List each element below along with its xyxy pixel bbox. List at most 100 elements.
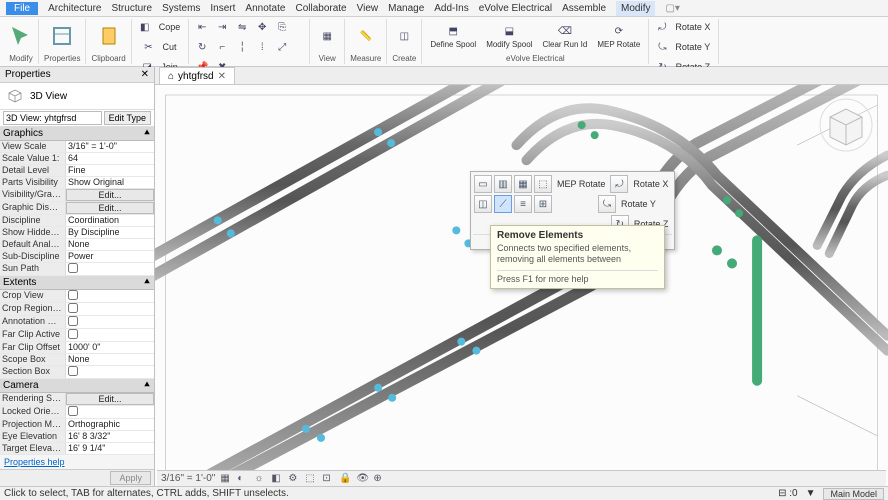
prop-category[interactable]: Graphics⯅ xyxy=(0,127,154,141)
prop-row[interactable]: Projection ModeOrthographic xyxy=(0,419,154,431)
qt-icon-7[interactable]: ≡ xyxy=(514,195,532,213)
array-icon[interactable]: ⁞ xyxy=(254,39,270,55)
menu-architecture[interactable]: Architecture xyxy=(48,3,101,14)
prop-value[interactable] xyxy=(66,290,154,302)
prop-row[interactable]: Far Clip Offset1000' 0" xyxy=(0,342,154,354)
menu-manage[interactable]: Manage xyxy=(388,3,424,14)
menu-insert[interactable]: Insert xyxy=(210,3,235,14)
define-spool-icon[interactable]: ⬒ xyxy=(445,24,461,40)
model-tab[interactable]: Main Model xyxy=(823,488,884,500)
qt-roty-icon[interactable]: ⤿ xyxy=(598,195,616,213)
sunpath-icon[interactable]: ☼ xyxy=(254,473,266,485)
prop-category[interactable]: Camera⯅ xyxy=(0,379,154,393)
temp-hide-icon[interactable]: 👁 xyxy=(356,473,368,485)
crop-show-icon[interactable]: ⊡ xyxy=(322,473,334,485)
menu-modify[interactable]: Modify xyxy=(616,1,655,16)
qt-rotx-icon[interactable]: ⤾ xyxy=(610,175,628,193)
prop-row[interactable]: Crop View xyxy=(0,290,154,303)
prop-row[interactable]: Rendering SettingsEdit... xyxy=(0,393,154,406)
prop-row[interactable]: Scale Value 1:64 xyxy=(0,153,154,165)
qt-rotx[interactable]: Rotate X xyxy=(630,175,671,193)
prop-value[interactable]: 16' 8 3/32" xyxy=(66,431,154,442)
prop-value[interactable]: Fine xyxy=(66,165,154,176)
menu-view[interactable]: View xyxy=(357,3,379,14)
rotatex-icon[interactable]: ⤾ xyxy=(654,19,670,35)
close-icon[interactable]: ✕ xyxy=(141,69,149,80)
prop-row[interactable]: Scope BoxNone xyxy=(0,354,154,366)
measure-icon[interactable]: 📏 xyxy=(354,24,378,48)
menu-assemble[interactable]: Assemble xyxy=(562,3,606,14)
file-menu[interactable]: File xyxy=(6,2,38,15)
prop-value[interactable]: Edit... xyxy=(66,189,154,201)
properties-grid[interactable]: Graphics⯅View Scale3/16" = 1'-0"Scale Va… xyxy=(0,127,154,455)
prop-row[interactable]: Graphic Display OptionsEdit... xyxy=(0,202,154,215)
prop-value[interactable] xyxy=(66,366,154,378)
prop-row[interactable]: Default Analysis Display St...None xyxy=(0,239,154,251)
view-scale[interactable]: 3/16" = 1'-0" xyxy=(161,473,215,484)
align-icon[interactable]: ⇤ xyxy=(194,19,210,35)
properties-icon[interactable] xyxy=(50,24,74,48)
mep-rotate-icon[interactable]: ⟳ xyxy=(611,24,627,40)
menu-evolve[interactable]: eVolve Electrical xyxy=(479,3,552,14)
prop-row[interactable]: Target Elevation16' 9 1/4" xyxy=(0,443,154,455)
edit-type-button[interactable]: Edit Type xyxy=(104,111,151,125)
selection-count-icon[interactable]: ⊟ :0 xyxy=(778,488,798,499)
rotatey-icon[interactable]: ⤿ xyxy=(654,39,670,55)
prop-value[interactable]: Coordination xyxy=(66,215,154,226)
prop-row[interactable]: Section Box xyxy=(0,366,154,379)
prop-value[interactable] xyxy=(66,329,154,341)
offset-icon[interactable]: ⇥ xyxy=(214,19,230,35)
reveal-icon[interactable]: ⊕ xyxy=(373,473,385,485)
prop-value[interactable]: By Discipline xyxy=(66,227,154,238)
prop-value[interactable]: 1000' 0" xyxy=(66,342,154,353)
prop-value[interactable]: None xyxy=(66,354,154,365)
prop-row[interactable]: Crop Region Visible xyxy=(0,303,154,316)
prop-value[interactable]: Orthographic xyxy=(66,419,154,430)
prop-row[interactable]: Parts VisibilityShow Original xyxy=(0,177,154,189)
filter-icon[interactable]: ▼ xyxy=(806,488,816,499)
menu-systems[interactable]: Systems xyxy=(162,3,200,14)
scale-icon[interactable]: ⤢ xyxy=(274,39,290,55)
qt-icon-5[interactable]: ◫ xyxy=(474,195,492,213)
render-icon[interactable]: ⚙ xyxy=(288,473,300,485)
prop-value[interactable]: Show Original xyxy=(66,177,154,188)
clear-runid-icon[interactable]: ⌫ xyxy=(557,24,573,40)
prop-row[interactable]: Detail LevelFine xyxy=(0,165,154,177)
mirror-icon[interactable]: ⇋ xyxy=(234,19,250,35)
modify-icon[interactable] xyxy=(9,24,33,48)
prop-value[interactable] xyxy=(66,316,154,328)
prop-value[interactable]: Power xyxy=(66,251,154,262)
cope-icon[interactable]: ◧ xyxy=(137,19,153,35)
detail-level-icon[interactable]: ▦ xyxy=(220,473,232,485)
drawing-canvas[interactable]: ▭ ▥ ▦ ⬚ MEP Rotate ⤾ Rotate X ◫ ⟋ ≡ ⊞ ⤿ … xyxy=(155,85,888,486)
prop-row[interactable]: Eye Elevation16' 8 3/32" xyxy=(0,431,154,443)
move-icon[interactable]: ✥ xyxy=(254,19,270,35)
qt-icon-4[interactable]: ⬚ xyxy=(534,175,552,193)
prop-value[interactable]: None xyxy=(66,239,154,250)
paste-icon[interactable] xyxy=(97,24,121,48)
view-icon[interactable]: ▦ xyxy=(315,24,339,48)
prop-value[interactable] xyxy=(66,303,154,315)
shadows-icon[interactable]: ◧ xyxy=(271,473,283,485)
prop-row[interactable]: Locked Orientation xyxy=(0,406,154,419)
prop-value[interactable]: 3/16" = 1'-0" xyxy=(66,141,154,152)
prop-row[interactable]: Sub-DisciplinePower xyxy=(0,251,154,263)
cut-icon[interactable]: ✂ xyxy=(140,39,156,55)
prop-row[interactable]: Visibility/Graphics OverridesEdit... xyxy=(0,189,154,202)
qt-mep-rotate[interactable]: MEP Rotate xyxy=(554,175,608,193)
menu-extra[interactable]: ▢▾ xyxy=(665,3,679,14)
lock-icon[interactable]: 🔒 xyxy=(339,473,351,485)
menu-collaborate[interactable]: Collaborate xyxy=(295,3,346,14)
modify-spool-icon[interactable]: ⬓ xyxy=(501,24,517,40)
prop-category[interactable]: Extents⯅ xyxy=(0,276,154,290)
prop-row[interactable]: Sun Path xyxy=(0,263,154,276)
qt-icon-3[interactable]: ▦ xyxy=(514,175,532,193)
viewcube[interactable] xyxy=(818,97,874,153)
menu-structure[interactable]: Structure xyxy=(111,3,152,14)
prop-row[interactable]: DisciplineCoordination xyxy=(0,215,154,227)
prop-value[interactable]: 16' 9 1/4" xyxy=(66,443,154,454)
prop-row[interactable]: View Scale3/16" = 1'-0" xyxy=(0,141,154,153)
prop-row[interactable]: Annotation Crop xyxy=(0,316,154,329)
type-selector[interactable]: 3D View: yhtgfrsd xyxy=(3,111,102,125)
rotate-icon[interactable]: ↻ xyxy=(194,39,210,55)
